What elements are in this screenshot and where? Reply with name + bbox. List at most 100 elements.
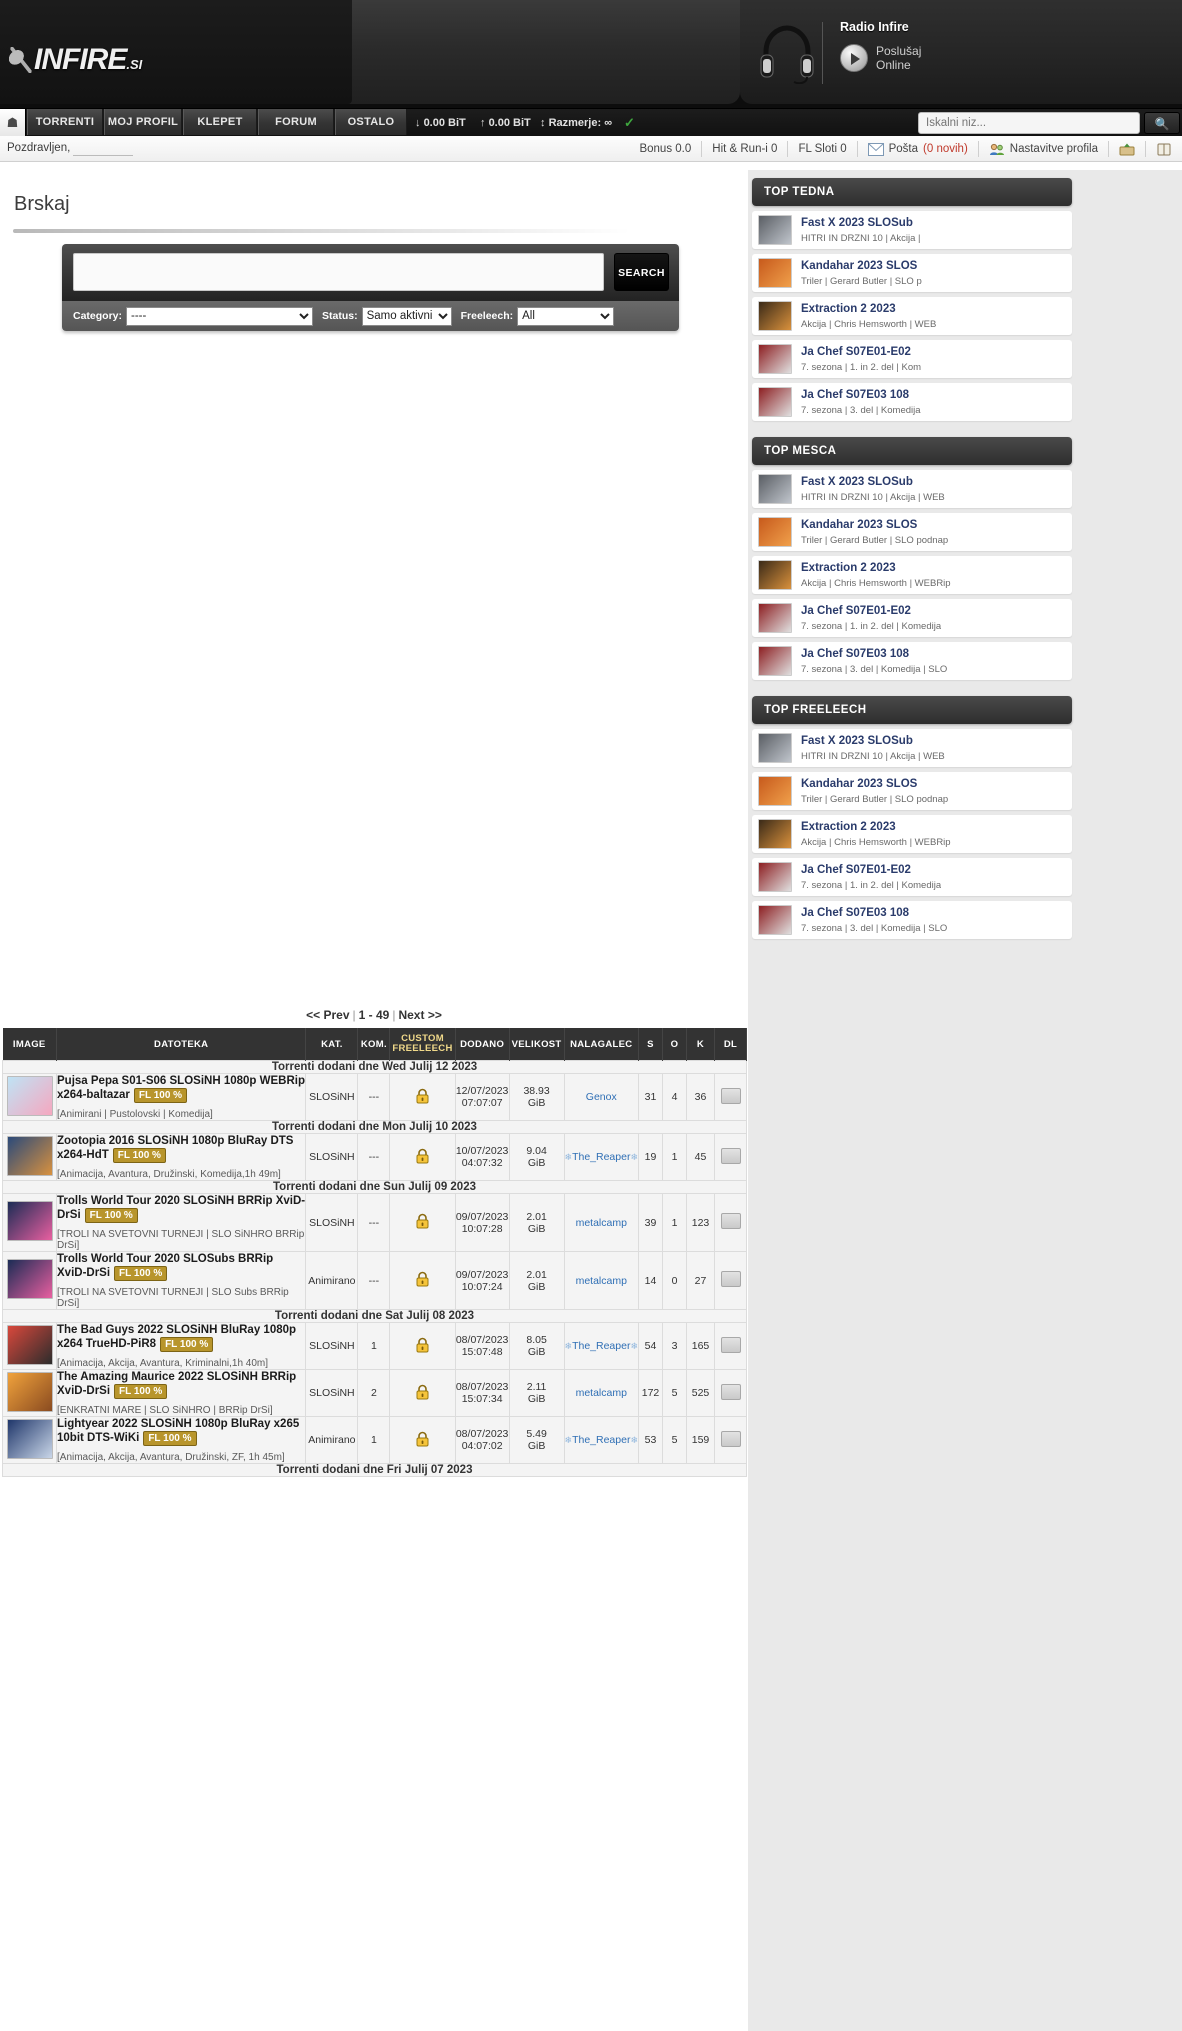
torrent-name-cell[interactable]: Trolls World Tour 2020 SLOSiNH BRRip Xvi… [55, 1193, 307, 1252]
torrent-poster-cell[interactable] [2, 1322, 57, 1370]
download-icon[interactable] [720, 1147, 741, 1164]
item-title[interactable]: Extraction 2 2023 [801, 562, 896, 574]
item-title[interactable]: Ja Chef S07E01-E02 [801, 346, 911, 358]
table-row[interactable]: Lightyear 2022 SLOSiNH 1080p BluRay x265… [2, 1416, 747, 1464]
torrent-poster-cell[interactable] [2, 1133, 57, 1181]
torrent-title[interactable]: Zootopia 2016 SLOSiNH 1080p BluRay DTS x… [57, 1135, 293, 1161]
th-velikost[interactable]: VELIKOST [509, 1028, 565, 1061]
search-submit-button[interactable]: SEARCH [614, 253, 669, 291]
th-o[interactable]: O [662, 1028, 687, 1061]
list-item[interactable]: Extraction 2 2023 Akcija | Chris Hemswort… [752, 556, 1072, 594]
torrent-uploader-cell[interactable]: ❄The_Reaper❄ [563, 1416, 640, 1464]
table-row[interactable]: The Amazing Maurice 2022 SLOSiNH BRRip X… [2, 1369, 747, 1417]
list-item[interactable]: Ja Chef S07E01-E02 7. sezona | 1. in 2. d… [752, 340, 1072, 378]
torrent-download-cell[interactable] [714, 1416, 747, 1464]
nav-search-input[interactable] [918, 112, 1140, 134]
item-title[interactable]: Fast X 2023 SLOSub [801, 217, 913, 229]
th-image[interactable]: IMAGE [2, 1028, 57, 1061]
list-item[interactable]: Fast X 2023 SLOSub HITRI IN DRZNI 10 | Ak… [752, 470, 1072, 508]
download-icon[interactable] [720, 1271, 741, 1287]
item-title[interactable]: Kandahar 2023 SLOS [801, 260, 917, 272]
torrent-download-cell[interactable] [714, 1322, 747, 1370]
list-item[interactable]: Ja Chef S07E01-E02 7. sezona | 1. in 2. d… [752, 599, 1072, 637]
item-title[interactable]: Ja Chef S07E01-E02 [801, 864, 911, 876]
item-title[interactable]: Kandahar 2023 SLOS [801, 519, 917, 531]
torrent-download-cell[interactable] [714, 1251, 747, 1310]
torrent-name-cell[interactable]: Pujsa Pepa S01-S06 SLOSiNH 1080p WEBRip … [55, 1073, 307, 1121]
download-icon[interactable] [720, 1213, 741, 1229]
torrent-download-cell[interactable] [714, 1073, 747, 1121]
item-title[interactable]: Ja Chef S07E03 108 [801, 648, 909, 660]
site-logo[interactable]: INFIRE.SI [5, 43, 142, 77]
nav-item-ostalo[interactable]: OSTALO [335, 109, 407, 135]
list-item[interactable]: Fast X 2023 SLOSub HITRI IN DRZNI 10 | Ak… [752, 729, 1072, 767]
download-icon[interactable] [720, 1383, 741, 1400]
category-select[interactable]: ---- [126, 306, 314, 326]
list-item[interactable]: Extraction 2 2023 Akcija | Chris Hemswort… [752, 297, 1072, 335]
list-item[interactable]: Kandahar 2023 SLOS Triler | Gerard Butler… [752, 513, 1072, 551]
torrent-poster-cell[interactable] [2, 1251, 57, 1310]
pagination-prev[interactable]: << Prev [306, 1008, 349, 1022]
torrent-uploader-cell[interactable]: metalcamp [563, 1251, 640, 1310]
hitrun-cell[interactable]: Hit & Run-i 0 [701, 141, 787, 157]
nav-item-klepet[interactable]: KLEPET [183, 109, 257, 135]
torrent-name-cell[interactable]: The Amazing Maurice 2022 SLOSiNH BRRip X… [55, 1369, 307, 1417]
torrent-poster-cell[interactable] [2, 1369, 57, 1417]
torrent-name-cell[interactable]: The Bad Guys 2022 SLOSiNH BluRay 1080p x… [55, 1322, 307, 1370]
table-row[interactable]: The Bad Guys 2022 SLOSiNH BluRay 1080p x… [2, 1322, 747, 1370]
list-item[interactable]: Ja Chef S07E03 108 7. sezona | 3. del | K… [752, 642, 1072, 680]
uploader-link[interactable]: metalcamp [576, 1275, 627, 1287]
freeleech-select[interactable]: All [517, 306, 615, 326]
th-k[interactable]: K [686, 1028, 715, 1061]
list-item[interactable]: Kandahar 2023 SLOS Triler | Gerard Butler… [752, 772, 1072, 810]
torrent-category[interactable]: SLOSiNH [305, 1133, 359, 1181]
torrent-uploader-cell[interactable]: Genox [563, 1073, 640, 1121]
profile-settings-cell[interactable]: Nastavitve profila [977, 141, 1108, 157]
rules-book-cell[interactable] [1145, 141, 1182, 157]
radio-listen-label[interactable]: Poslušaj Online [876, 44, 921, 72]
torrent-name-cell[interactable]: Trolls World Tour 2020 SLOSubs BRRip Xvi… [55, 1251, 307, 1310]
nav-item-moj-profil[interactable]: MOJ PROFIL [104, 109, 182, 135]
item-title[interactable]: Kandahar 2023 SLOS [801, 778, 917, 790]
table-row[interactable]: Trolls World Tour 2020 SLOSiNH BRRip Xvi… [2, 1193, 747, 1252]
logo-container[interactable]: INFIRE.SI [0, 0, 352, 104]
item-title[interactable]: Extraction 2 2023 [801, 821, 896, 833]
fl-sloti-cell[interactable]: FL Sloti 0 [787, 141, 856, 157]
torrent-title[interactable]: The Amazing Maurice 2022 SLOSiNH BRRip X… [57, 1371, 296, 1397]
download-icon[interactable] [720, 1087, 741, 1104]
table-row[interactable]: Zootopia 2016 SLOSiNH 1080p BluRay DTS x… [2, 1133, 747, 1181]
uploader-link[interactable]: metalcamp [576, 1387, 627, 1399]
torrent-uploader-cell[interactable]: ❄The_Reaper❄ [563, 1133, 640, 1181]
nav-home-button[interactable]: ☗ [0, 109, 26, 137]
torrent-category[interactable]: SLOSiNH [305, 1073, 359, 1121]
radio-play-button[interactable] [840, 44, 868, 72]
torrent-category[interactable]: Animirano [305, 1251, 359, 1310]
posta-cell[interactable]: Pošta (0 novih) [856, 141, 978, 157]
search-query-input[interactable] [73, 253, 604, 291]
item-title[interactable]: Ja Chef S07E01-E02 [801, 605, 911, 617]
torrent-name-cell[interactable]: Zootopia 2016 SLOSiNH 1080p BluRay DTS x… [55, 1133, 307, 1181]
list-item[interactable]: Extraction 2 2023 Akcija | Chris Hemswort… [752, 815, 1072, 853]
torrent-category[interactable]: Animirano [305, 1416, 359, 1464]
download-icon[interactable] [720, 1430, 741, 1447]
torrent-category[interactable]: SLOSiNH [305, 1193, 359, 1252]
list-item[interactable]: Fast X 2023 SLOSub HITRI IN DRZNI 10 | Ak… [752, 211, 1072, 249]
list-item[interactable]: Ja Chef S07E01-E02 7. sezona | 1. in 2. d… [752, 858, 1072, 896]
item-title[interactable]: Ja Chef S07E03 108 [801, 907, 909, 919]
torrent-poster-cell[interactable] [2, 1193, 57, 1252]
pagination-next[interactable]: Next >> [398, 1008, 441, 1022]
nav-item-torrenti[interactable]: TORRENTI [27, 109, 103, 135]
torrent-name-cell[interactable]: Lightyear 2022 SLOSiNH 1080p BluRay x265… [55, 1416, 307, 1464]
table-row[interactable]: Trolls World Tour 2020 SLOSubs BRRip Xvi… [2, 1251, 747, 1310]
item-title[interactable]: Extraction 2 2023 [801, 303, 896, 315]
th-datoteka[interactable]: DATOTEKA [56, 1028, 307, 1061]
download-icon[interactable] [720, 1336, 741, 1353]
status-select[interactable]: Samo aktivni [361, 306, 452, 326]
list-item[interactable]: Kandahar 2023 SLOS Triler | Gerard Butler… [752, 254, 1072, 292]
upload-cell[interactable] [1108, 141, 1145, 157]
list-item[interactable]: Ja Chef S07E03 108 7. sezona | 3. del | K… [752, 383, 1072, 421]
torrent-poster-cell[interactable] [2, 1416, 57, 1464]
item-title[interactable]: Fast X 2023 SLOSub [801, 735, 913, 747]
th-kat[interactable]: KAT. [305, 1028, 359, 1061]
torrent-poster-cell[interactable] [2, 1073, 57, 1121]
